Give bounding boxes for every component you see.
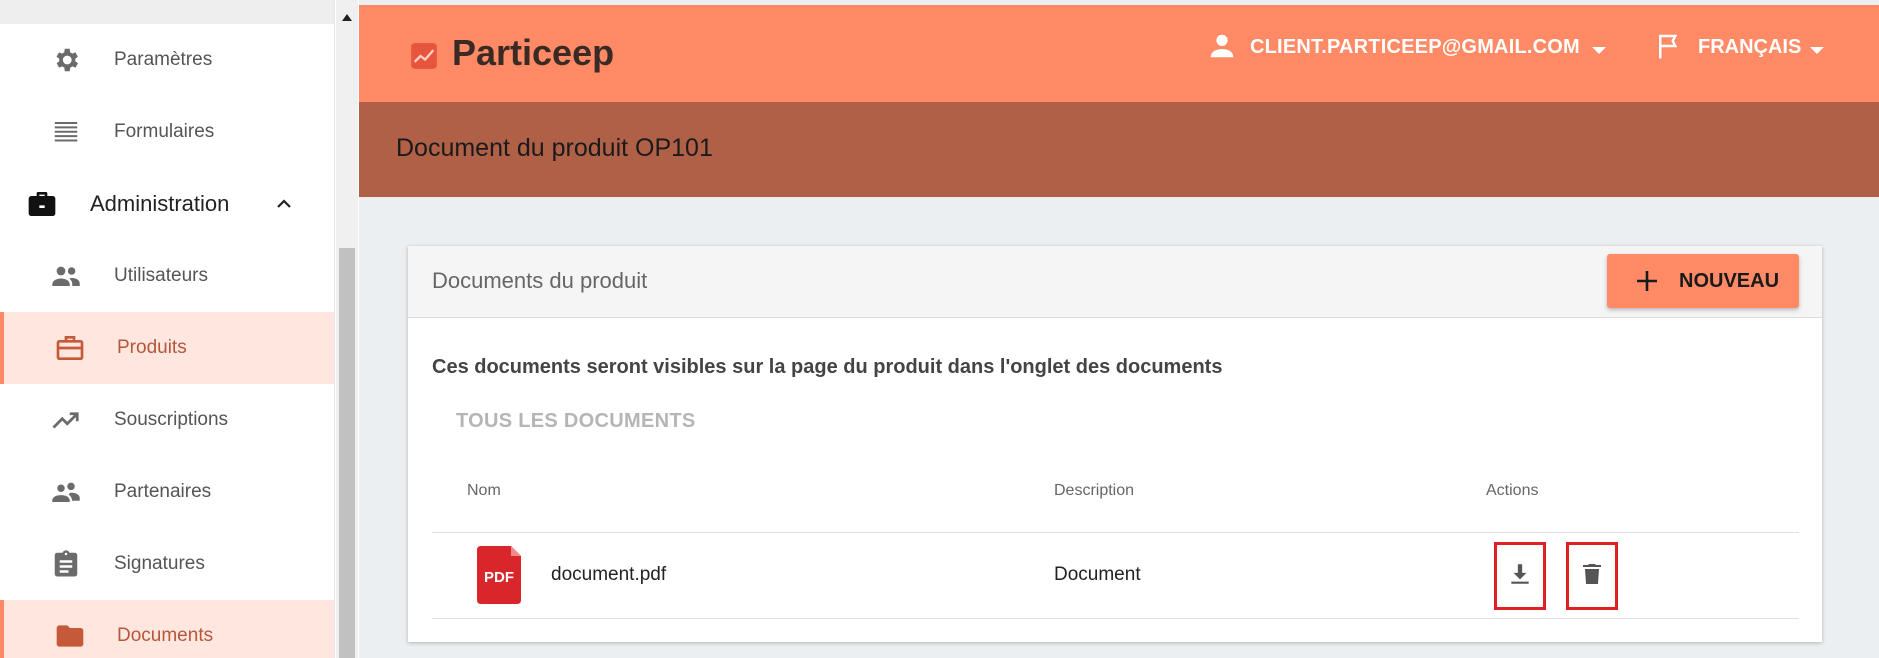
sidebar-item-parametres[interactable]: Paramètres [0, 24, 334, 96]
card-header: Documents du produit NOUVEAU [408, 246, 1822, 318]
document-name[interactable]: document.pdf [551, 564, 666, 586]
document-description: Document [1054, 564, 1141, 585]
partners-icon [46, 476, 86, 508]
sidebar-item-label: Signatures [114, 553, 205, 574]
sidebar-item-label: Partenaires [114, 481, 212, 502]
trash-icon [1580, 559, 1604, 594]
people-icon [46, 260, 86, 292]
sidebar-item-signatures[interactable]: Signatures [0, 528, 334, 600]
sidebar-section-administration[interactable]: Administration [0, 168, 334, 240]
language-menu[interactable]: FRANÇAIS [1698, 36, 1801, 59]
card-title: Documents du produit [432, 268, 648, 293]
page-title: Document du produit OP101 [396, 134, 713, 162]
tab-all-documents[interactable]: TOUS LES DOCUMENTS [456, 410, 696, 433]
language-caret-icon[interactable] [1810, 47, 1824, 54]
download-icon [1507, 559, 1533, 594]
table-divider [432, 532, 1799, 533]
sidebar-item-partenaires[interactable]: Partenaires [0, 456, 334, 528]
sidebar-item-label: Administration [90, 191, 230, 216]
folder-icon [50, 620, 90, 652]
flag-icon[interactable] [1654, 31, 1684, 61]
scrollbar-thumb[interactable] [339, 248, 355, 658]
sidebar-item-label: Utilisateurs [114, 265, 208, 286]
column-header-description[interactable]: Description [1054, 482, 1134, 500]
sidebar-top-strip [0, 0, 334, 24]
sidebar-item-produits[interactable]: Produits [0, 312, 334, 384]
sidebar-item-formulaires[interactable]: Formulaires [0, 96, 334, 168]
download-button[interactable] [1494, 542, 1546, 610]
sidebar: Paramètres Formulaires Administration Ut… [0, 0, 335, 658]
sidebar-item-souscriptions[interactable]: Souscriptions [0, 384, 334, 456]
app-root: Paramètres Formulaires Administration Ut… [0, 0, 1879, 658]
clipboard-icon [46, 548, 86, 580]
main-content: Particeep CLIENT.PARTICEEP@GMAIL.COM FRA… [359, 0, 1879, 658]
column-header-actions: Actions [1486, 482, 1539, 499]
delete-button[interactable] [1566, 542, 1618, 610]
top-bar: Particeep CLIENT.PARTICEEP@GMAIL.COM FRA… [359, 5, 1879, 102]
user-icon[interactable] [1207, 31, 1237, 61]
brand-logo-icon [410, 42, 438, 70]
briefcase-outline-icon [50, 332, 90, 364]
sidebar-item-label: Produits [117, 337, 187, 358]
svg-text:PDF: PDF [484, 569, 514, 586]
plus-icon [1635, 269, 1659, 293]
sidebar-item-utilisateurs[interactable]: Utilisateurs [0, 240, 334, 312]
gear-icon [46, 44, 86, 76]
title-bar: Document du produit OP101 [359, 102, 1879, 197]
new-document-button[interactable]: NOUVEAU [1607, 254, 1799, 308]
sidebar-item-label: Paramètres [114, 49, 213, 70]
trending-up-icon [46, 404, 86, 436]
sidebar-item-label: Documents [117, 625, 214, 646]
scroll-up-arrow-icon[interactable] [336, 6, 358, 30]
sidebar-item-label: Formulaires [114, 121, 215, 142]
column-header-name[interactable]: Nom [467, 482, 501, 500]
sidebar-item-documents[interactable]: Documents [0, 600, 334, 658]
sidebar-item-label: Souscriptions [114, 409, 229, 430]
list-icon [46, 116, 86, 148]
brand-name[interactable]: Particeep [452, 32, 614, 74]
documents-card: Documents du produit NOUVEAU Ces documen… [408, 246, 1822, 642]
sidebar-scrollbar[interactable] [336, 0, 358, 658]
table-divider [432, 618, 1799, 619]
user-menu[interactable]: CLIENT.PARTICEEP@GMAIL.COM [1250, 36, 1580, 59]
new-button-label: NOUVEAU [1679, 270, 1780, 292]
briefcase-icon [22, 188, 62, 220]
card-description: Ces documents seront visibles sur la pag… [432, 356, 1223, 378]
chevron-up-icon [272, 192, 296, 216]
user-menu-caret-icon[interactable] [1592, 47, 1606, 54]
pdf-file-icon: PDF [471, 544, 525, 606]
